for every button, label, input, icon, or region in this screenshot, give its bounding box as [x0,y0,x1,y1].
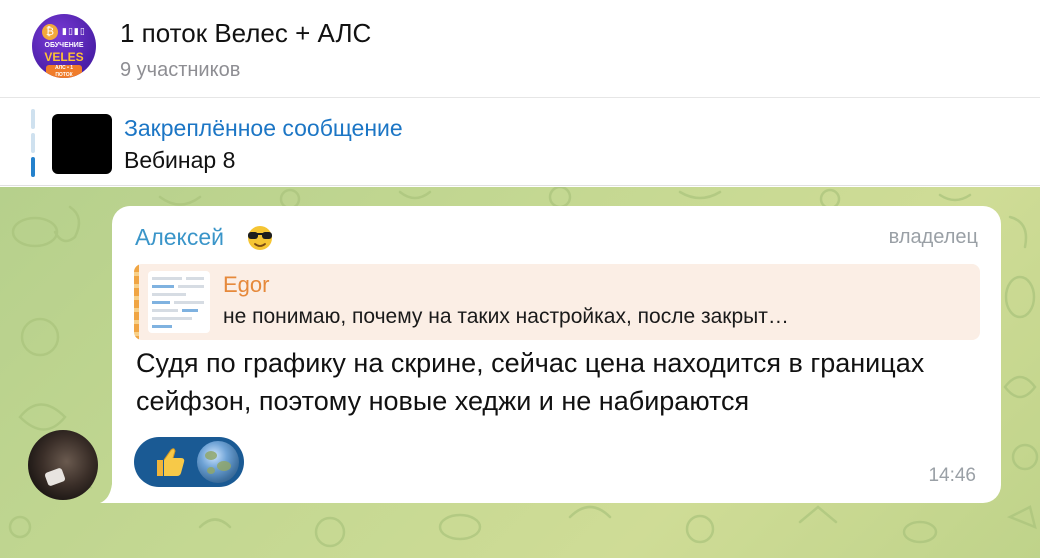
candlestick-icon: ▮▯▮▯ [62,26,86,36]
sender-role-badge: владелец [888,226,978,248]
earth-globe-emoji-icon[interactable] [197,441,239,483]
message-text: Судя по графику на скрине, сейчас цена н… [136,348,925,416]
avatar-text-line3: АЛС • 1 ПОТОК [46,65,82,78]
pinned-indicator [31,109,35,177]
reply-quote[interactable]: Egor не понимаю, почему на таких настрой… [134,264,980,340]
bitcoin-icon [42,24,58,40]
sunglasses-emoji-icon [248,226,272,250]
pinned-message-bar[interactable]: Закреплённое сообщение Вебинар 8 [0,99,1040,186]
chat-header: ▮▯▮▯ ОБУЧЕНИЕ VELES АЛС • 1 ПОТОК 1 пото… [0,0,1040,98]
avatar-text-line1: ОБУЧЕНИЕ [44,42,84,49]
avatar-text-line2: VELES [44,50,84,64]
thumbs-up-emoji-icon[interactable] [151,444,187,480]
pinned-label: Закреплённое сообщение [124,115,403,141]
reply-thumbnail [148,271,210,333]
pinned-thumbnail [52,114,112,174]
sender-name[interactable]: Алексей [135,224,224,251]
message-timestamp: 14:46 [928,465,976,486]
pinned-text: Вебинар 8 [124,147,236,173]
member-count: 9 участников [120,59,241,81]
chat-title[interactable]: 1 поток Велес + АЛС [120,18,371,49]
chat-avatar[interactable]: ▮▯▮▯ ОБУЧЕНИЕ VELES АЛС • 1 ПОТОК [32,14,96,78]
reply-author: Egor [223,272,270,297]
sender-avatar[interactable] [28,430,98,500]
reply-text: не понимаю, почему на таких настройках, … [223,305,789,328]
